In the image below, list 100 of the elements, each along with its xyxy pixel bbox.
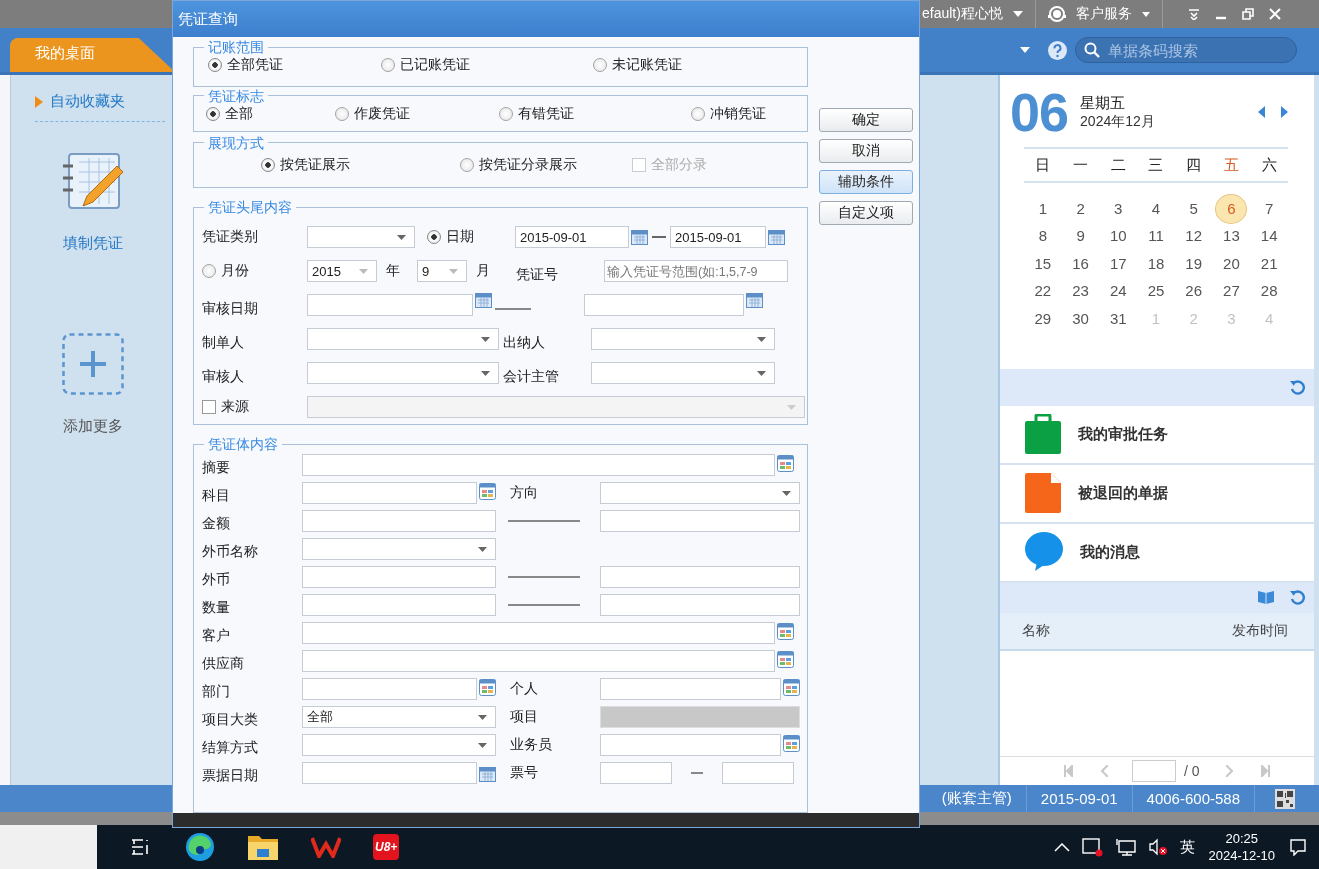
restore-icon[interactable] <box>1241 8 1254 20</box>
sync-icon[interactable] <box>1081 837 1104 857</box>
calendar-date[interactable]: 28 <box>1254 278 1285 305</box>
text-field[interactable] <box>722 762 794 784</box>
reference-field[interactable] <box>302 678 477 700</box>
chevron-up-icon[interactable] <box>1053 842 1070 852</box>
option-label[interactable]: 按凭证展示 <box>280 155 350 174</box>
qr-code-icon[interactable] <box>1275 788 1295 809</box>
radio-button[interactable] <box>499 106 513 121</box>
calendar-date[interactable]: 18 <box>1141 250 1171 277</box>
calendar-date[interactable]: 10 <box>1103 223 1134 250</box>
calendar-date[interactable]: 27 <box>1216 278 1247 305</box>
calendar-date[interactable]: 7 <box>1254 195 1285 222</box>
search-field[interactable]: 单据条码搜索 <box>1075 37 1297 63</box>
radio-button[interactable] <box>691 106 705 121</box>
calendar-date[interactable]: 31 <box>1103 305 1134 332</box>
radio-button[interactable] <box>335 106 349 121</box>
radio-button[interactable] <box>460 157 474 172</box>
task-link[interactable]: 被退回的单据 <box>1078 483 1168 503</box>
option-label[interactable]: 按凭证分录展示 <box>479 155 577 174</box>
reference-field[interactable] <box>302 482 477 504</box>
reference-icon[interactable] <box>783 735 800 752</box>
menu-icon[interactable] <box>1187 8 1200 20</box>
text-field[interactable] <box>600 566 800 588</box>
clock-time[interactable]: 20:25 <box>1225 830 1258 847</box>
radio-button[interactable] <box>202 264 216 278</box>
next-icon[interactable] <box>1281 106 1288 118</box>
radio-button[interactable] <box>206 106 220 121</box>
calendar-date[interactable]: 29 <box>1027 305 1058 332</box>
option-label[interactable]: 日期 <box>446 228 474 246</box>
clock-date[interactable]: 2024-12-10 <box>1208 847 1275 864</box>
option-label[interactable]: 未记账凭证 <box>612 56 682 74</box>
document-icon[interactable] <box>1025 473 1061 513</box>
date-field[interactable] <box>302 762 477 784</box>
calendar-date[interactable]: 8 <box>1027 223 1058 250</box>
next-page-icon[interactable] <box>1225 765 1233 777</box>
dialog-button[interactable]: 自定义项 <box>819 201 913 225</box>
option-label[interactable]: 月份 <box>221 262 249 280</box>
last-page-icon[interactable] <box>1260 765 1270 777</box>
calendar-date[interactable]: 13 <box>1216 223 1247 250</box>
date-field[interactable] <box>307 294 473 316</box>
dropdown-field[interactable] <box>302 734 496 756</box>
text-field[interactable] <box>600 510 800 532</box>
caret-icon[interactable] <box>1012 11 1023 17</box>
calendar-date[interactable]: 15 <box>1027 250 1058 277</box>
reference-field[interactable] <box>600 734 781 756</box>
calendar-date[interactable]: 2 <box>1065 195 1096 222</box>
text-field[interactable] <box>600 594 800 616</box>
reference-field[interactable] <box>302 454 775 476</box>
monitor-icon[interactable] <box>1115 838 1136 856</box>
task-link[interactable]: 我的审批任务 <box>1078 424 1168 444</box>
dropdown-field[interactable] <box>302 538 496 560</box>
dropdown-field[interactable]: 全部 <box>302 706 496 728</box>
person-dropdown[interactable] <box>307 362 499 384</box>
calendar-icon[interactable] <box>479 766 496 782</box>
calendar-date[interactable]: 4 <box>1141 195 1171 222</box>
option-label[interactable]: 冲销凭证 <box>710 104 766 123</box>
reference-field[interactable] <box>302 650 775 672</box>
caret-icon[interactable] <box>1141 11 1150 17</box>
radio-button[interactable] <box>593 58 607 72</box>
radio-button[interactable] <box>381 58 395 72</box>
calendar-icon[interactable] <box>475 292 492 308</box>
checkbox[interactable] <box>202 400 216 414</box>
reference-icon[interactable] <box>783 679 800 696</box>
calendar-date[interactable]: 20 <box>1216 250 1247 277</box>
radio-button[interactable] <box>208 58 222 72</box>
calendar-date[interactable]: 19 <box>1178 250 1209 277</box>
task-link[interactable]: 我的消息 <box>1080 542 1140 562</box>
refresh-icon[interactable] <box>1290 379 1305 395</box>
calendar-date[interactable]: 22 <box>1027 278 1058 305</box>
notification-icon[interactable] <box>1289 838 1307 856</box>
dropdown-field[interactable] <box>600 482 800 504</box>
calendar-date[interactable]: 21 <box>1254 250 1285 277</box>
folder-icon[interactable] <box>248 834 278 860</box>
favorites-folder[interactable]: 自动收藏夹 <box>50 92 125 111</box>
year-dropdown[interactable]: 2015 <box>307 260 377 282</box>
reference-icon[interactable] <box>777 651 794 668</box>
dialog-button[interactable]: 取消 <box>819 139 913 163</box>
text-field[interactable] <box>302 566 496 588</box>
option-label[interactable]: 已记账凭证 <box>400 56 470 74</box>
person-dropdown[interactable] <box>307 328 499 350</box>
dialog-button[interactable]: 辅助条件 <box>819 170 913 194</box>
month-dropdown[interactable]: 9 <box>417 260 467 282</box>
calendar-date[interactable]: 25 <box>1141 278 1171 305</box>
refresh-icon[interactable] <box>1290 590 1305 605</box>
date-field[interactable]: 2015-09-01 <box>670 226 766 248</box>
reference-field[interactable] <box>302 622 775 644</box>
option-label[interactable]: 有错凭证 <box>518 104 574 123</box>
book-icon[interactable] <box>1258 590 1274 605</box>
option-label[interactable]: 全部凭证 <box>227 56 283 74</box>
reference-icon[interactable] <box>777 623 794 640</box>
calendar-date[interactable]: 14 <box>1254 223 1285 250</box>
calendar-date[interactable]: 24 <box>1103 278 1134 305</box>
radio-button[interactable] <box>427 230 441 244</box>
text-field[interactable] <box>302 594 496 616</box>
customer-service-menu[interactable]: 客户服务 <box>1075 5 1132 23</box>
chat-bubble-icon[interactable] <box>1025 532 1063 572</box>
calendar-icon[interactable] <box>746 292 763 308</box>
reference-icon[interactable] <box>479 483 496 500</box>
reference-icon[interactable] <box>479 679 496 696</box>
